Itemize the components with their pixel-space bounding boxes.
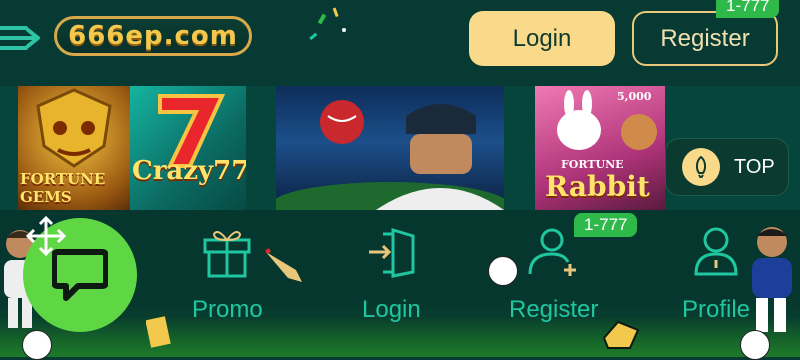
rabbit-value-label: 5,000 [617,90,652,103]
vuvuzela-decoration-icon [265,248,302,282]
nav-profile-label: Profile [682,296,751,323]
glove-decoration-icon [602,320,640,349]
header-login-button[interactable]: Login [469,11,615,66]
nav-register-label: Register [509,296,599,323]
chat-bubble-icon [52,249,108,301]
header: 666ep.com Login Register 1-777 [0,0,800,80]
confetti-decoration [309,7,346,41]
gift-icon [203,231,251,278]
nav-promo[interactable]: Promo [192,226,263,324]
crazy777-game-card[interactable]: Crazy777 [130,86,246,210]
right-player-mascot [752,227,792,332]
rocket-icon [682,148,720,186]
header-register-badge: 1-777 [716,0,780,18]
lucky-seven-icon [158,94,226,168]
fortune-rabbit-game-card[interactable]: 5,000 FORTUNE Rabbit [535,86,665,210]
nav-register-badge: 1-777 [574,213,638,237]
profile-user-icon [694,227,738,276]
fortune-gems-game-card[interactable]: FORTUNE GEMS [18,86,130,210]
football-decoration-right [740,330,770,360]
fortune-gems-title: FORTUNE GEMS [20,170,106,206]
scroll-to-top-button[interactable]: TOP [665,138,789,196]
cricket-player-illustration [276,100,504,210]
site-logo[interactable]: 666ep.com [54,16,252,56]
drag-move-icon[interactable] [26,216,66,256]
red-card-decoration [146,316,171,348]
nav-profile[interactable]: Profile [682,226,750,324]
top-label: TOP [734,155,775,178]
nav-login[interactable]: Login [362,226,421,324]
header-register-label: Register [660,24,750,52]
crazy777-title: Crazy777 [132,156,246,186]
nav-promo-label: Promo [192,296,263,323]
nav-register[interactable]: Register [509,226,598,324]
login-door-icon [369,227,415,278]
fortune-rabbit-title: Rabbit [545,170,650,203]
menu-arrow-icon[interactable] [0,22,40,54]
header-register-button[interactable]: Register [632,11,778,66]
football-decoration-left [22,330,52,360]
cricket-promo-card[interactable] [276,86,504,210]
logo-text: 666ep.com [68,21,238,51]
nav-login-label: Login [362,296,421,323]
